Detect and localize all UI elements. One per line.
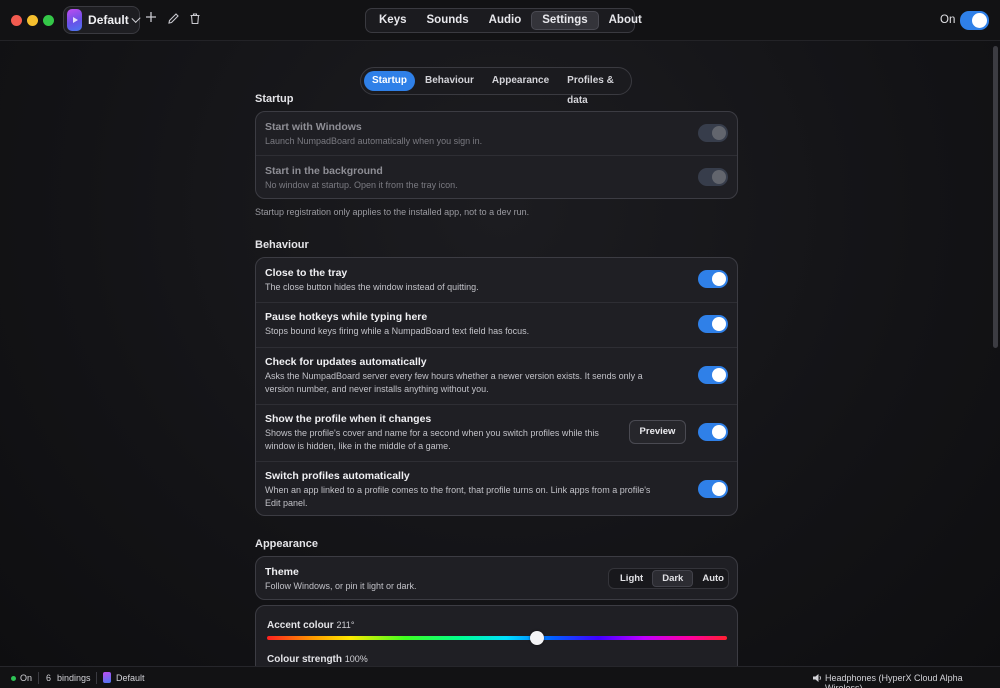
- title-bar: Default Keys Sounds Audio Settings About…: [0, 0, 1000, 41]
- startup-card: Start with Windows Launch NumpadBoard au…: [255, 111, 738, 199]
- status-profile: Default: [116, 673, 145, 683]
- theme-card: Theme Follow Windows, or pin it light or…: [255, 556, 738, 600]
- accent-card: Accent colour 211° Colour strength 100%: [255, 605, 738, 675]
- colour-strength-label-group: Colour strength 100%: [267, 654, 368, 665]
- status-bar: On 6 bindings Default Headphones (HyperX…: [0, 666, 1000, 688]
- setting-title: Show the profile when it changes: [265, 413, 432, 425]
- colour-strength-label: Colour strength: [267, 654, 342, 665]
- divider: [38, 672, 39, 684]
- profile-name: Default: [88, 13, 129, 27]
- audio-device: Headphones (HyperX Cloud Alpha Wireless): [825, 673, 963, 688]
- tab-settings[interactable]: Settings: [531, 11, 599, 30]
- pause-hotkeys-toggle[interactable]: [698, 315, 728, 333]
- tab-keys[interactable]: Keys: [369, 11, 417, 30]
- setting-desc: The close button hides the window instea…: [265, 282, 479, 292]
- check-updates-toggle[interactable]: [698, 366, 728, 384]
- accent-colour-value: 211°: [336, 620, 355, 630]
- setting-row-switch-profiles-auto: Switch profiles automatically When an ap…: [256, 462, 737, 515]
- chevron-down-icon: [131, 13, 141, 23]
- setting-desc: No window at startup. Open it from the t…: [265, 180, 458, 190]
- startup-note: Startup registration only applies to the…: [255, 207, 530, 217]
- accent-hue-slider[interactable]: [267, 636, 727, 640]
- setting-desc: When an app linked to a profile comes to…: [265, 485, 651, 508]
- theme-option-dark[interactable]: Dark: [652, 570, 694, 587]
- setting-desc: Follow Windows, or pin it light or dark.: [265, 581, 417, 591]
- setting-title: Pause hotkeys while typing here: [265, 311, 428, 323]
- accent-colour-label-group: Accent colour 211°: [267, 620, 354, 631]
- setting-row-show-profile-change: Show the profile when it changes Shows t…: [256, 405, 737, 462]
- setting-desc: Asks the NumpadBoard server every few ho…: [265, 371, 643, 394]
- setting-title: Theme: [265, 566, 299, 578]
- subtab-appearance[interactable]: Appearance: [484, 71, 557, 91]
- bindings-label: bindings: [57, 673, 91, 683]
- setting-title: Switch profiles automatically: [265, 470, 410, 482]
- setting-desc: Launch NumpadBoard automatically when yo…: [265, 136, 483, 146]
- profile-cover-icon: [103, 672, 111, 683]
- subtab-behaviour[interactable]: Behaviour: [417, 71, 482, 91]
- main-tabs: Keys Sounds Audio Settings About: [365, 8, 642, 33]
- tab-about[interactable]: About: [599, 11, 652, 30]
- profile-cover-icon: [67, 9, 83, 31]
- theme-segmented-control: Light Dark Auto: [608, 568, 729, 589]
- tab-sounds[interactable]: Sounds: [417, 11, 479, 30]
- start-in-background-toggle[interactable]: [698, 168, 728, 186]
- power-toggle[interactable]: [960, 11, 989, 30]
- section-title-behaviour: Behaviour: [255, 239, 309, 251]
- plus-icon: [146, 12, 156, 22]
- theme-option-light[interactable]: Light: [611, 570, 652, 587]
- setting-row-pause-hotkeys: Pause hotkeys while typing here Stops bo…: [256, 303, 737, 348]
- accent-hue-thumb[interactable]: [529, 631, 544, 645]
- section-title-appearance: Appearance: [255, 538, 318, 550]
- show-profile-change-toggle[interactable]: [698, 423, 728, 441]
- setting-row-close-to-tray: Close to the tray The close button hides…: [256, 258, 737, 303]
- setting-desc: Stops bound keys firing while a NumpadBo…: [265, 326, 530, 336]
- minimize-window-button[interactable]: [27, 15, 38, 26]
- setting-desc: Shows the profile's cover and name for a…: [265, 428, 599, 451]
- speaker-icon: [813, 674, 821, 682]
- bindings-count: 6: [46, 673, 52, 683]
- edit-profile-button[interactable]: [168, 12, 180, 26]
- start-with-windows-toggle[interactable]: [698, 124, 728, 142]
- setting-row-check-updates: Check for updates automatically Asks the…: [256, 348, 737, 405]
- setting-title: Close to the tray: [265, 267, 348, 279]
- section-title-startup: Startup: [255, 93, 294, 105]
- status-state: On: [20, 673, 33, 683]
- profile-selector[interactable]: Default: [63, 6, 141, 34]
- setting-row-theme: Theme Follow Windows, or pin it light or…: [256, 557, 737, 599]
- setting-title: Start in the background: [265, 165, 383, 177]
- switch-profiles-auto-toggle[interactable]: [698, 480, 728, 498]
- preview-button[interactable]: Preview: [629, 420, 686, 444]
- behaviour-card: Close to the tray The close button hides…: [255, 257, 738, 516]
- setting-row-start-with-windows: Start with Windows Launch NumpadBoard au…: [256, 112, 737, 156]
- delete-profile-button[interactable]: [190, 12, 202, 26]
- power-label: On: [940, 14, 956, 26]
- divider: [96, 672, 97, 684]
- close-window-button[interactable]: [11, 15, 22, 26]
- settings-sub-tabs: Startup Behaviour Appearance Profiles & …: [360, 67, 632, 106]
- setting-row-start-in-background: Start in the background No window at sta…: [256, 156, 737, 198]
- theme-option-auto[interactable]: Auto: [693, 570, 733, 587]
- subtab-startup[interactable]: Startup: [364, 71, 415, 91]
- add-profile-button[interactable]: [146, 10, 156, 26]
- colour-strength-value: 100%: [344, 654, 368, 664]
- scrollbar[interactable]: [993, 46, 998, 348]
- trash-icon: [190, 13, 200, 25]
- tab-audio[interactable]: Audio: [479, 11, 532, 30]
- maximize-window-button[interactable]: [43, 15, 54, 26]
- subtab-profiles-data[interactable]: Profiles & data: [559, 71, 626, 106]
- accent-colour-label: Accent colour: [267, 620, 334, 631]
- pencil-icon: [168, 13, 179, 24]
- close-to-tray-toggle[interactable]: [698, 270, 728, 288]
- status-dot-icon: [11, 676, 16, 681]
- setting-title: Check for updates automatically: [265, 356, 427, 368]
- setting-title: Start with Windows: [265, 121, 362, 133]
